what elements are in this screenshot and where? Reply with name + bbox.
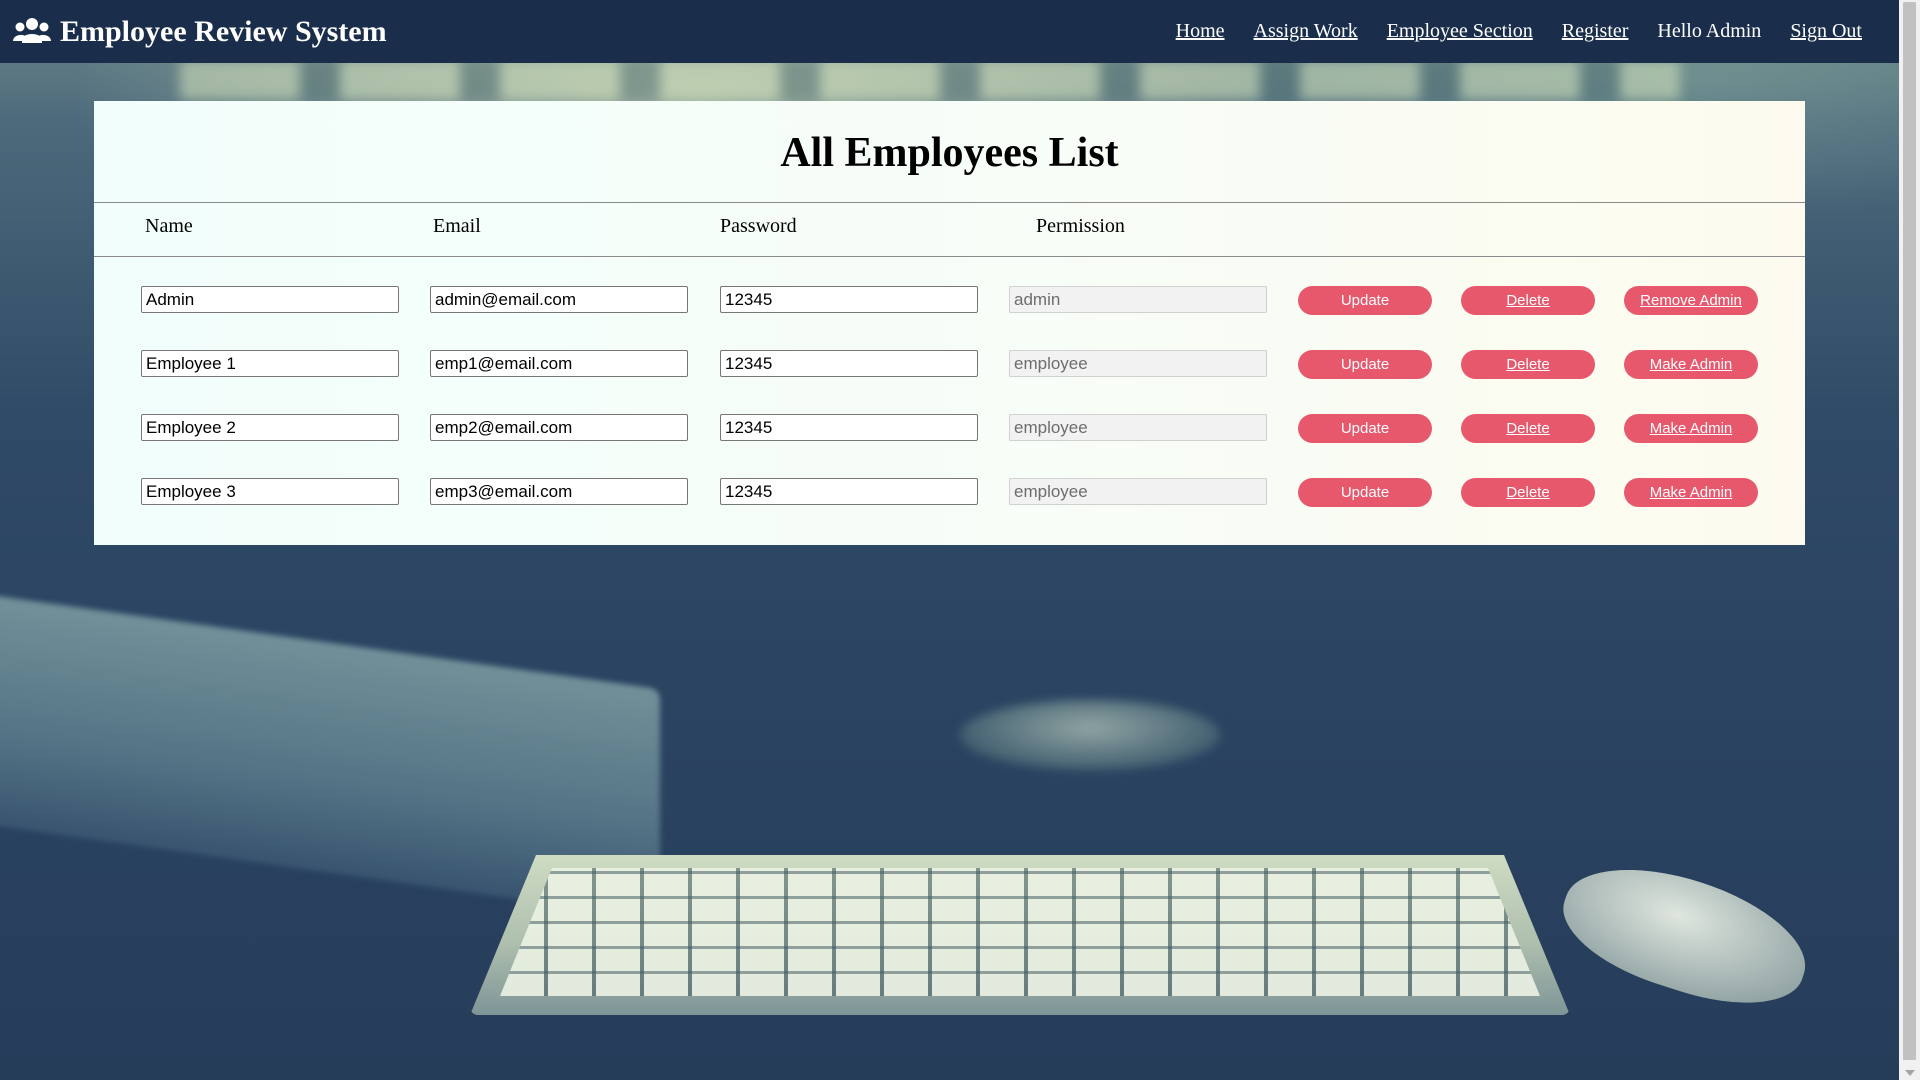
- remove-admin-button[interactable]: Remove Admin: [1624, 286, 1758, 315]
- name-input[interactable]: [141, 478, 399, 505]
- password-input[interactable]: [720, 286, 978, 313]
- permission-field: [1009, 350, 1267, 377]
- nav-home-link[interactable]: Home: [1176, 20, 1225, 43]
- nav-sign-out-link[interactable]: Sign Out: [1790, 20, 1862, 43]
- nav-employee-section-link[interactable]: Employee Section: [1387, 20, 1533, 43]
- table-row: Update Delete Make Admin: [94, 350, 1805, 382]
- table-row: Update Delete Remove Admin: [94, 286, 1805, 318]
- delete-button[interactable]: Delete: [1461, 350, 1595, 379]
- scrollbar-thumb[interactable]: [1903, 2, 1916, 1060]
- permission-field: [1009, 478, 1267, 505]
- users-icon: [13, 18, 51, 43]
- header-divider-bottom: [94, 256, 1805, 257]
- window-light: [180, 60, 1680, 100]
- password-input[interactable]: [720, 350, 978, 377]
- update-button[interactable]: Update: [1298, 414, 1432, 443]
- password-input[interactable]: [720, 414, 978, 441]
- vertical-scrollbar[interactable]: [1899, 0, 1920, 1080]
- name-input[interactable]: [141, 350, 399, 377]
- nav-assign-work-link[interactable]: Assign Work: [1254, 20, 1358, 43]
- page-title: All Employees List: [780, 130, 1119, 176]
- permission-field: [1009, 414, 1267, 441]
- keyboard-keys-image: [500, 868, 1540, 996]
- column-header-permission: Permission: [1036, 215, 1125, 237]
- delete-button[interactable]: Delete: [1461, 414, 1595, 443]
- table-row: Update Delete Make Admin: [94, 478, 1805, 510]
- top-navbar: Employee Review System Home Assign Work …: [0, 0, 1899, 63]
- make-admin-button[interactable]: Make Admin: [1624, 478, 1758, 507]
- password-input[interactable]: [720, 478, 978, 505]
- scroll-down-arrow-icon[interactable]: [1905, 1070, 1915, 1076]
- delete-button[interactable]: Delete: [1461, 478, 1595, 507]
- make-admin-button[interactable]: Make Admin: [1624, 414, 1758, 443]
- update-button[interactable]: Update: [1298, 286, 1432, 315]
- column-header-name: Name: [145, 215, 193, 237]
- email-input[interactable]: [430, 350, 688, 377]
- update-button[interactable]: Update: [1298, 350, 1432, 379]
- name-input[interactable]: [141, 414, 399, 441]
- app-title: Employee Review System: [60, 15, 387, 48]
- cup-image: [960, 700, 1220, 770]
- nav-links: Home Assign Work Employee Section Regist…: [1147, 20, 1862, 43]
- brand[interactable]: Employee Review System: [12, 10, 387, 54]
- make-admin-button[interactable]: Make Admin: [1624, 350, 1758, 379]
- email-input[interactable]: [430, 478, 688, 505]
- mouse-image: [1549, 844, 1821, 1026]
- email-input[interactable]: [430, 414, 688, 441]
- name-input[interactable]: [141, 286, 399, 313]
- email-input[interactable]: [430, 286, 688, 313]
- table-row: Update Delete Make Admin: [94, 414, 1805, 446]
- delete-button[interactable]: Delete: [1461, 286, 1595, 315]
- permission-field: [1009, 286, 1267, 313]
- column-header-password: Password: [720, 215, 797, 237]
- user-greeting: Hello Admin: [1657, 20, 1762, 42]
- update-button[interactable]: Update: [1298, 478, 1432, 507]
- nav-register-link[interactable]: Register: [1562, 20, 1629, 43]
- header-divider-top: [94, 202, 1805, 203]
- column-header-email: Email: [433, 215, 481, 237]
- employees-panel: All Employees List Name Email Password P…: [94, 101, 1805, 545]
